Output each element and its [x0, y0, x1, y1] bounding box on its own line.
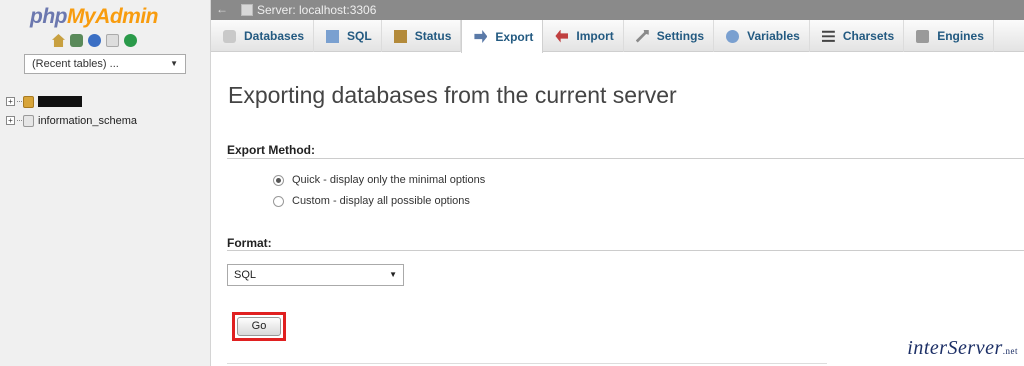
recent-tables-value: (Recent tables) ...: [32, 58, 119, 70]
server-icon: [241, 4, 253, 16]
tab-variables[interactable]: Variables: [714, 20, 810, 52]
engines-icon: [916, 29, 930, 43]
format-value: SQL: [234, 269, 257, 281]
radio-button[interactable]: [273, 174, 284, 186]
tab-import[interactable]: Import: [543, 20, 624, 52]
import-icon: [555, 29, 569, 43]
collapse-arrow-icon[interactable]: ←: [216, 2, 228, 16]
database-tree: + + information_schema: [6, 92, 137, 130]
top-menu-tabs: Databases SQL Status Export Import Setti…: [211, 20, 1024, 53]
wrench-icon: [635, 29, 649, 43]
database-icon[interactable]: [70, 34, 83, 47]
tab-engines[interactable]: Engines: [904, 20, 994, 52]
databases-icon: [223, 29, 236, 43]
redacted-database-name: [38, 96, 82, 107]
navigation-panel: phpMyAdmin (Recent tables) ... ▼ + + inf…: [0, 0, 211, 366]
sql-icon: [326, 29, 340, 43]
tab-status[interactable]: Status: [382, 20, 462, 52]
help-icon[interactable]: [88, 34, 101, 47]
status-icon: [393, 29, 407, 43]
radio-label: Custom - display all possible options: [292, 195, 470, 207]
export-icon: [474, 30, 488, 43]
server-breadcrumb-bar: ← Server: localhost:3306: [211, 0, 1024, 20]
radio-button[interactable]: [273, 195, 284, 207]
bottom-divider: [227, 363, 827, 364]
interserver-watermark: interServer.net: [907, 337, 1018, 359]
settings-icon[interactable]: [124, 34, 137, 47]
database-icon: [23, 114, 34, 127]
tab-databases[interactable]: Databases: [211, 20, 315, 52]
tree-item-redacted-db[interactable]: +: [6, 92, 137, 111]
tab-sql[interactable]: SQL: [314, 20, 382, 52]
main-content: Exporting databases from the current ser…: [211, 53, 1024, 366]
tab-charsets[interactable]: Charsets: [810, 20, 905, 52]
home-icon[interactable]: [52, 34, 65, 47]
radio-label: Quick - display only the minimal options: [292, 174, 486, 186]
go-button[interactable]: Go: [237, 317, 281, 336]
variables-icon: [726, 29, 740, 43]
database-icon: [23, 95, 34, 108]
phpmyadmin-logo[interactable]: phpMyAdmin: [30, 5, 158, 29]
tree-item-information-schema[interactable]: + information_schema: [6, 111, 137, 130]
export-method-label: Export Method:: [227, 143, 315, 157]
expand-icon[interactable]: +: [6, 97, 15, 106]
chevron-down-icon: ▼: [389, 270, 397, 279]
charsets-icon: [821, 30, 835, 42]
chevron-down-icon: ▼: [170, 59, 178, 68]
radio-custom-export[interactable]: Custom - display all possible options: [273, 195, 470, 207]
page-root: phpMyAdmin (Recent tables) ... ▼ + + inf…: [0, 0, 1024, 366]
format-divider: [227, 250, 1024, 251]
documentation-icon[interactable]: [106, 34, 119, 47]
expand-icon[interactable]: +: [6, 116, 15, 125]
page-title: Exporting databases from the current ser…: [228, 82, 677, 108]
recent-tables-select[interactable]: (Recent tables) ... ▼: [24, 54, 186, 74]
server-breadcrumb[interactable]: Server: localhost:3306: [257, 3, 376, 17]
export-method-divider: [227, 158, 1024, 159]
tab-settings[interactable]: Settings: [624, 20, 715, 52]
database-name: information_schema: [38, 114, 138, 127]
tab-export[interactable]: Export: [461, 20, 544, 53]
format-label: Format:: [227, 236, 272, 250]
radio-quick-export[interactable]: Quick - display only the minimal options: [273, 174, 485, 186]
navigation-icons: [52, 34, 137, 47]
format-select[interactable]: SQL ▼: [227, 264, 404, 286]
